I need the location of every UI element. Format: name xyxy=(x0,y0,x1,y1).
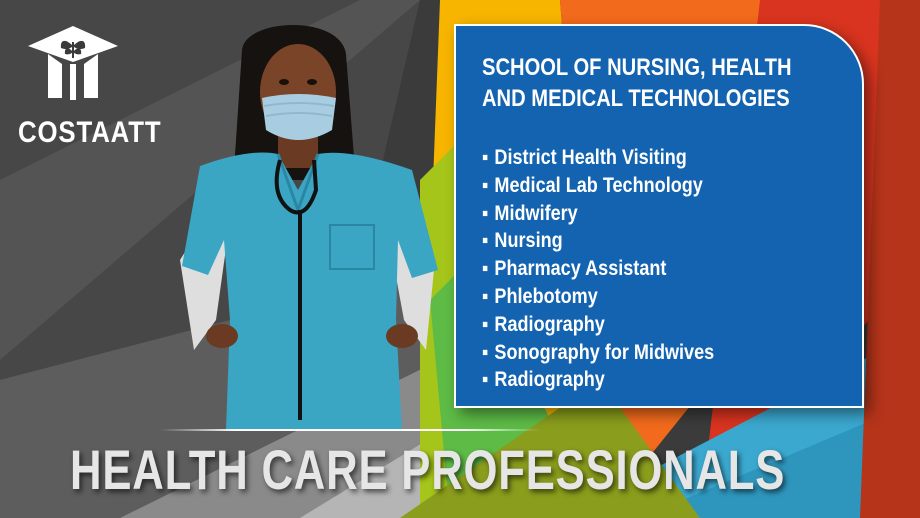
headline: HEALTH CARE PROFESSIONALS xyxy=(70,438,786,501)
list-item: ▪ Radiography xyxy=(482,311,714,339)
bullet-icon: ▪ xyxy=(482,201,489,225)
bullet-icon: ▪ xyxy=(482,284,489,308)
divider xyxy=(160,429,540,431)
program-name: Pharmacy Assistant xyxy=(494,257,667,281)
nurse-photo xyxy=(180,25,438,430)
program-name: Radiography xyxy=(494,312,605,336)
program-name: Radiography xyxy=(494,368,605,392)
program-name: District Health Visiting xyxy=(494,146,687,169)
bullet-icon: ▪ xyxy=(482,340,489,364)
bullet-icon: ▪ xyxy=(482,257,489,281)
logo-wordmark: COSTAATT xyxy=(18,116,162,149)
list-item: ▪ Radiography xyxy=(482,366,714,394)
list-item: ▪ Sonography for Midwives xyxy=(482,339,714,367)
costaatt-logo: COSTAATT xyxy=(18,24,162,150)
panel-title-line-2: AND MEDICAL TECHNOLOGIES xyxy=(482,85,790,112)
program-name: Phlebotomy xyxy=(494,284,598,308)
program-name: Sonography for Midwives xyxy=(494,340,715,364)
panel-title-line-1: SCHOOL OF NURSING, HEALTH xyxy=(482,54,792,81)
graduation-cap-plant-icon xyxy=(28,26,118,100)
list-item: ▪ Pharmacy Assistant xyxy=(482,255,714,283)
list-item: ▪ Midwifery xyxy=(482,200,714,228)
list-item: ▪ Phlebotomy xyxy=(482,283,714,311)
bullet-icon: ▪ xyxy=(482,312,489,336)
program-name: Nursing xyxy=(494,229,563,253)
list-item: ▪ District Health Visiting xyxy=(482,144,714,172)
program-list: ▪ District Health Visiting ▪ Medical Lab T… xyxy=(482,144,752,394)
list-item: ▪ Nursing xyxy=(482,227,714,255)
program-panel: SCHOOL OF NURSING, HEALTH AND MEDICAL TE… xyxy=(454,24,864,408)
bullet-icon: ▪ xyxy=(482,173,489,197)
list-item: ▪ Medical Lab Technology xyxy=(482,172,714,200)
bullet-icon: ▪ xyxy=(482,146,489,169)
program-name: Medical Lab Technology xyxy=(494,173,703,197)
panel-title: SCHOOL OF NURSING, HEALTH AND MEDICAL TE… xyxy=(482,52,793,114)
program-name: Midwifery xyxy=(494,201,578,225)
bullet-icon: ▪ xyxy=(482,229,489,253)
bullet-icon: ▪ xyxy=(482,368,489,392)
